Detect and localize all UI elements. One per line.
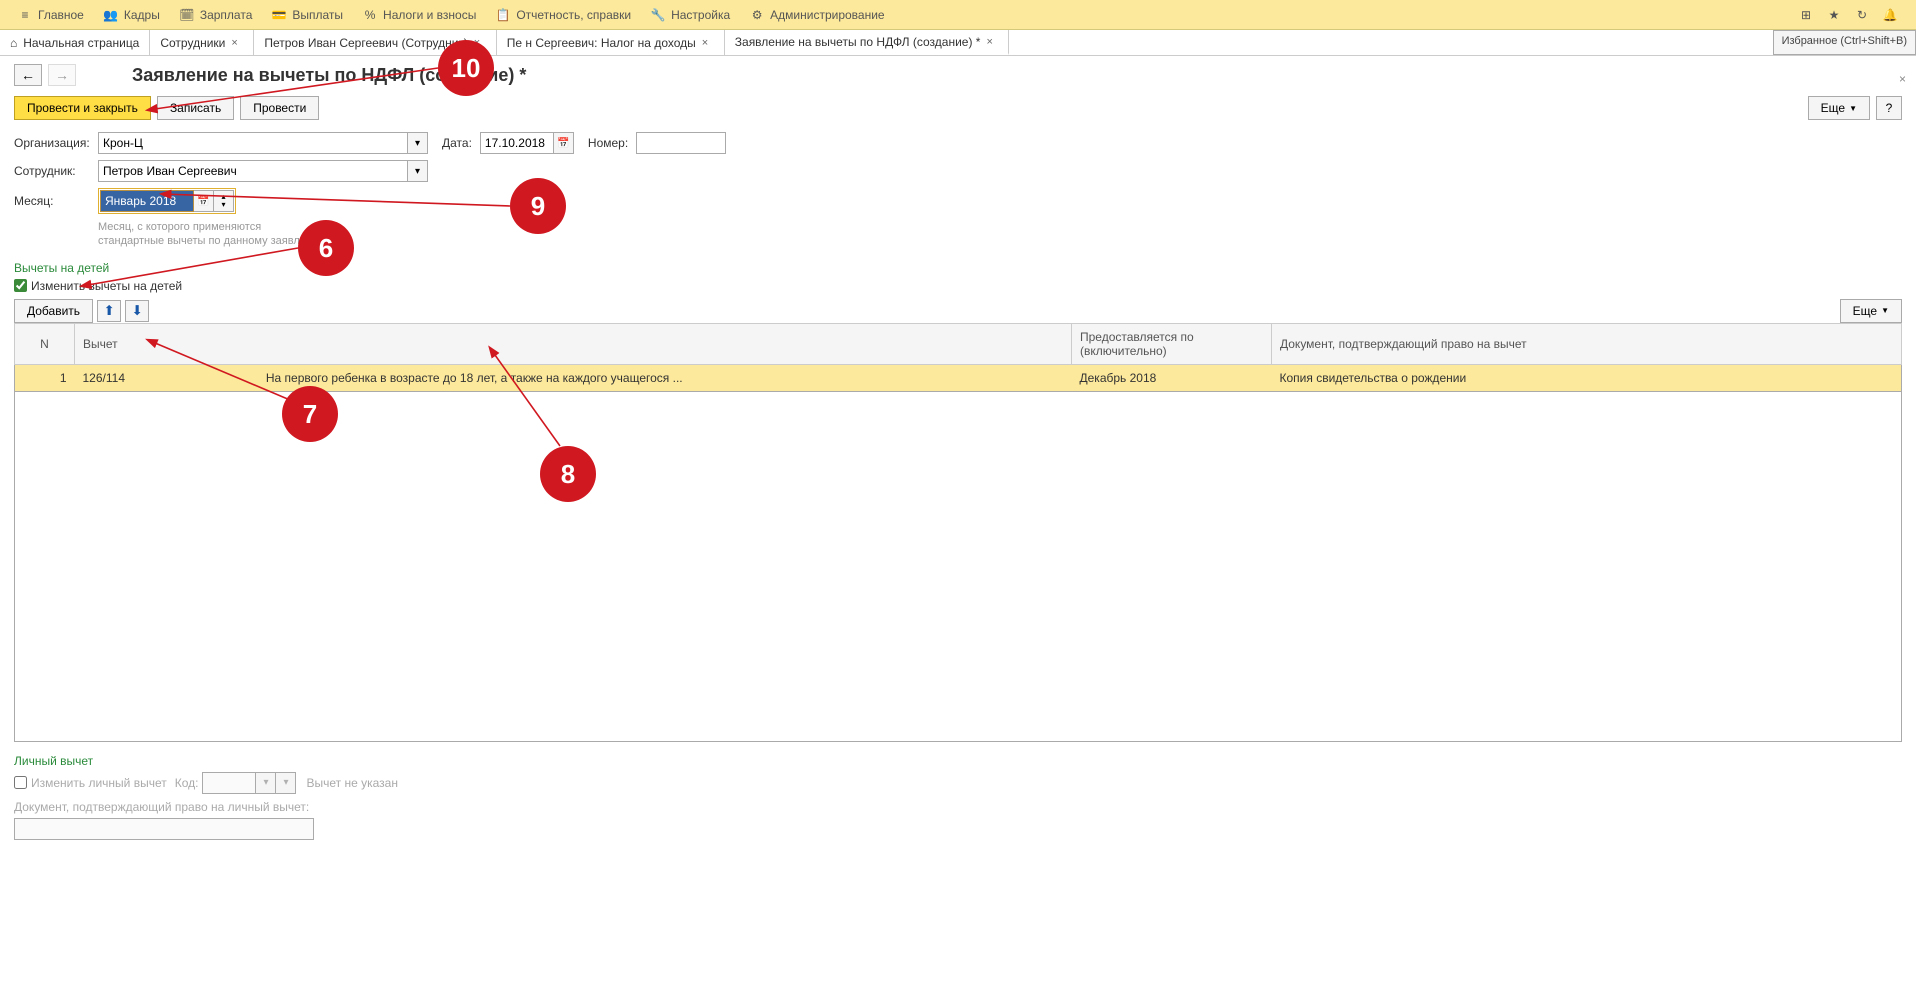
children-change-label: Изменить вычеты на детей [31, 279, 182, 293]
menu-icon: ≡ [18, 8, 32, 22]
tab-income-tax[interactable]: Пе н Сергеевич: Налог на доходы × [497, 30, 725, 55]
menu-main[interactable]: ≡Главное [8, 4, 94, 26]
children-change-checkbox[interactable] [14, 279, 27, 292]
col-until-header: Предоставляется по (включительно) [1072, 323, 1272, 364]
personal-not-set: Вычет не указан [306, 776, 397, 790]
date-input[interactable] [480, 132, 554, 154]
row-deduction: 126/114 На первого ребенка в возрасте до… [75, 364, 1072, 391]
date-label: Дата: [442, 136, 472, 150]
month-picker-button[interactable]: 📅 [194, 190, 214, 212]
tab-deduction-request[interactable]: Заявление на вычеты по НДФЛ (создание) *… [725, 30, 1010, 55]
wrench-icon: 🔧 [651, 8, 665, 22]
menu-payments[interactable]: 💳Выплаты [262, 4, 353, 26]
month-hint: Месяц, с которого применяются стандартны… [98, 220, 1902, 249]
close-icon[interactable]: × [986, 36, 998, 48]
menu-salary[interactable]: 🗓Зарплата [170, 4, 263, 26]
more-button[interactable]: Еще [1808, 96, 1870, 120]
table-more-button[interactable]: Еще [1840, 299, 1902, 323]
menu-settings[interactable]: 🔧Настройка [641, 4, 740, 26]
tab-bar: ⌂ Начальная страница Сотрудники × Петров… [0, 30, 1916, 56]
people-icon: 👥 [104, 8, 118, 22]
org-open-button[interactable]: ▾ [408, 132, 428, 154]
tab-home[interactable]: ⌂ Начальная страница [0, 30, 150, 55]
personal-doc-input [14, 818, 314, 840]
row-until: Декабрь 2018 [1072, 364, 1272, 391]
personal-section-title: Личный вычет [14, 754, 1902, 768]
star-icon[interactable]: ★ [1824, 5, 1844, 25]
date-picker-button[interactable]: 📅 [554, 132, 574, 154]
clipboard-icon: 📋 [496, 8, 510, 22]
marker-10: 10 [438, 40, 494, 96]
menu-taxes[interactable]: %Налоги и взносы [353, 4, 486, 26]
row-n: 1 [15, 364, 75, 391]
org-input[interactable] [98, 132, 408, 154]
personal-code-dropdown: ▾ [256, 772, 276, 794]
move-down-button[interactable]: ⬇ [125, 300, 149, 322]
personal-change-checkbox[interactable] [14, 776, 27, 789]
favorites-tooltip: Избранное (Ctrl+Shift+B) [1773, 30, 1916, 55]
menu-reports[interactable]: 📋Отчетность, справки [486, 4, 641, 26]
table-row[interactable]: 1 126/114 На первого ребенка в возрасте … [15, 364, 1902, 391]
apps-grid-icon[interactable]: ⊞ [1796, 5, 1816, 25]
marker-7: 7 [282, 386, 338, 442]
menu-personnel[interactable]: 👥Кадры [94, 4, 170, 26]
nav-back-button[interactable]: ← [14, 64, 42, 86]
bell-icon[interactable]: 🔔 [1880, 5, 1900, 25]
employee-input[interactable] [98, 160, 408, 182]
history-icon[interactable]: ↻ [1852, 5, 1872, 25]
help-button[interactable]: ? [1876, 96, 1902, 120]
col-n-header: N [15, 323, 75, 364]
tab-employees[interactable]: Сотрудники × [150, 30, 254, 55]
children-section-title: Вычеты на детей [14, 261, 1902, 275]
employee-open-button[interactable]: ▾ [408, 160, 428, 182]
col-doc-header: Документ, подтверждающий право на вычет [1272, 323, 1902, 364]
row-doc: Копия свидетельства о рождении [1272, 364, 1902, 391]
close-icon[interactable]: × [231, 37, 243, 49]
marker-9: 9 [510, 178, 566, 234]
month-label: Месяц: [14, 194, 90, 208]
number-label: Номер: [588, 136, 628, 150]
marker-6: 6 [298, 220, 354, 276]
close-icon[interactable]: × [702, 37, 714, 49]
move-up-button[interactable]: ⬆ [97, 300, 121, 322]
org-label: Организация: [14, 136, 90, 150]
card-icon: 💳 [272, 8, 286, 22]
personal-doc-label: Документ, подтверждающий право на личный… [14, 800, 1902, 814]
month-spinner[interactable]: ▴▾ [214, 190, 234, 212]
percent-icon: % [363, 8, 377, 22]
nav-forward-button[interactable]: → [48, 64, 76, 86]
save-button[interactable]: Записать [157, 96, 234, 120]
employee-label: Сотрудник: [14, 164, 90, 178]
table-empty-area [14, 392, 1902, 742]
post-and-close-button[interactable]: Провести и закрыть [14, 96, 151, 120]
home-icon: ⌂ [10, 36, 17, 50]
personal-code-label: Код: [175, 776, 199, 790]
main-menubar: ≡Главное 👥Кадры 🗓Зарплата 💳Выплаты %Нало… [0, 0, 1916, 30]
number-input[interactable] [636, 132, 726, 154]
personal-code-input [202, 772, 256, 794]
marker-8: 8 [540, 446, 596, 502]
menu-admin[interactable]: ⚙Администрирование [740, 4, 894, 26]
add-row-button[interactable]: Добавить [14, 299, 93, 323]
children-deductions-table: N Вычет Предоставляется по (включительно… [14, 323, 1902, 392]
personal-change-label: Изменить личный вычет [31, 776, 167, 790]
month-input[interactable] [100, 190, 194, 212]
personal-code-open: ▾ [276, 772, 296, 794]
calendar-icon: 🗓 [180, 8, 194, 22]
gear-icon: ⚙ [750, 8, 764, 22]
post-button[interactable]: Провести [240, 96, 319, 120]
col-deduction-header: Вычет [75, 323, 1072, 364]
